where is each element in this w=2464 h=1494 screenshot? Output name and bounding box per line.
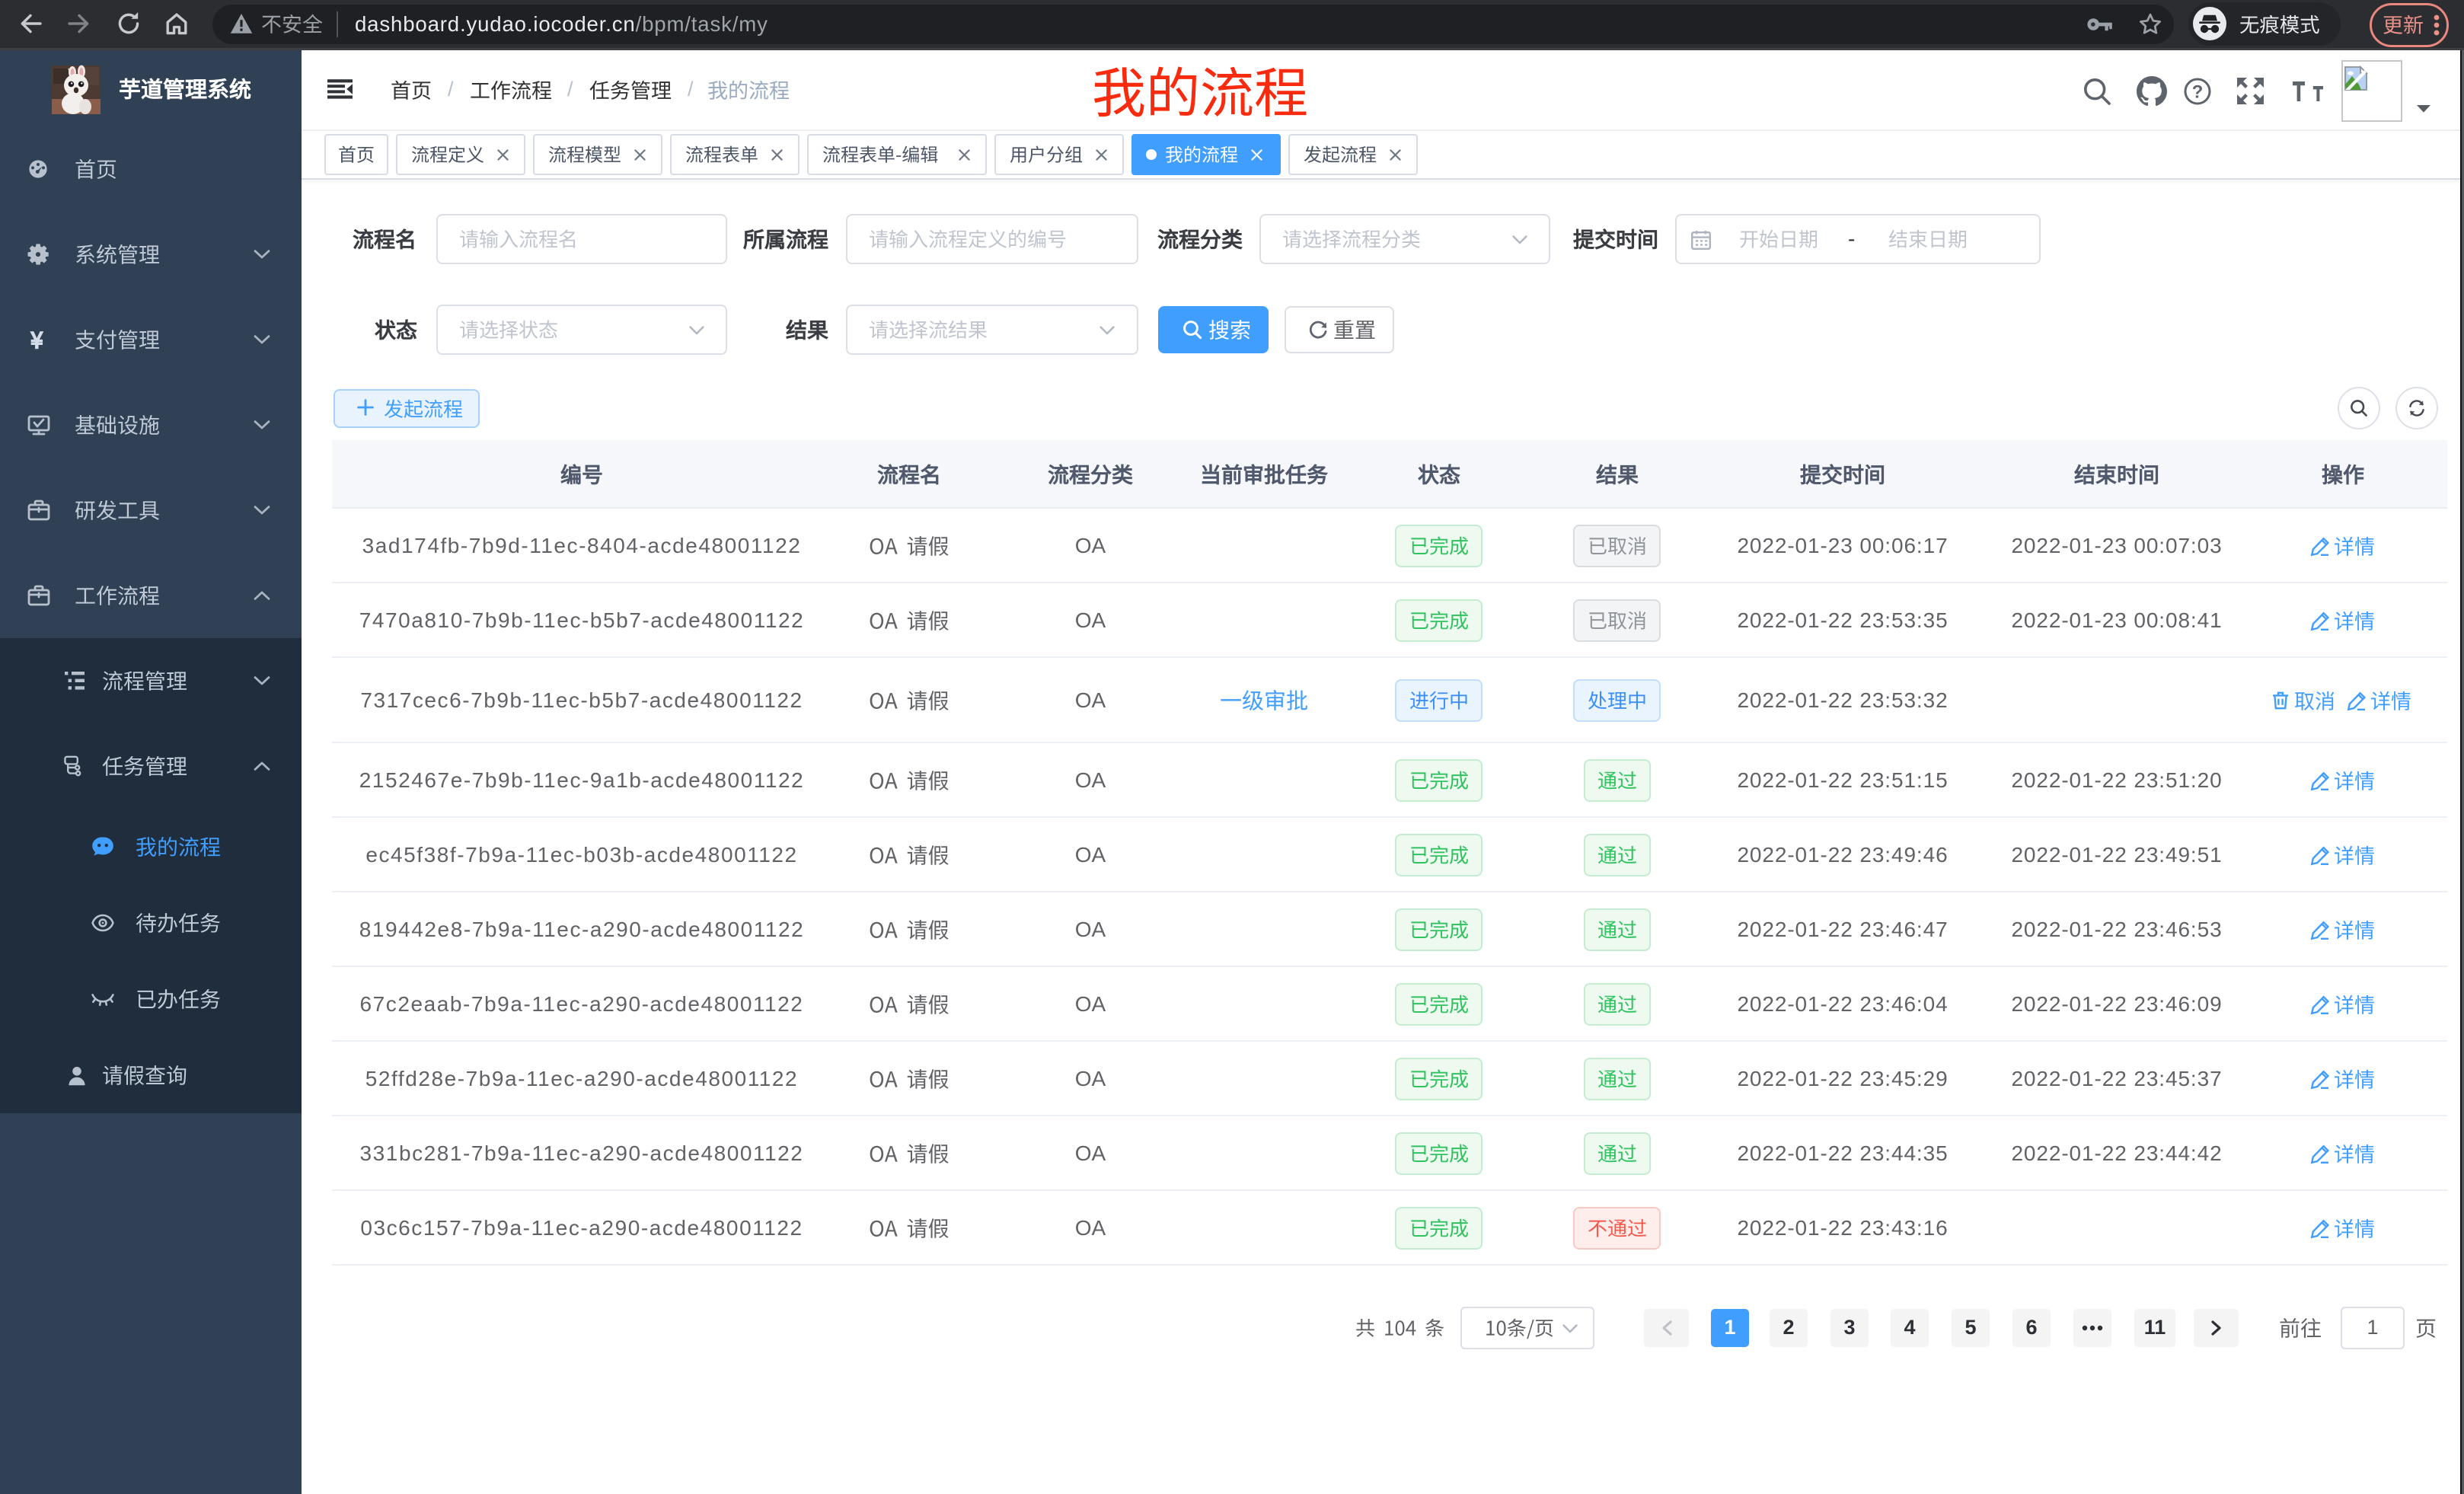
svg-text:?: ?	[2192, 81, 2204, 102]
